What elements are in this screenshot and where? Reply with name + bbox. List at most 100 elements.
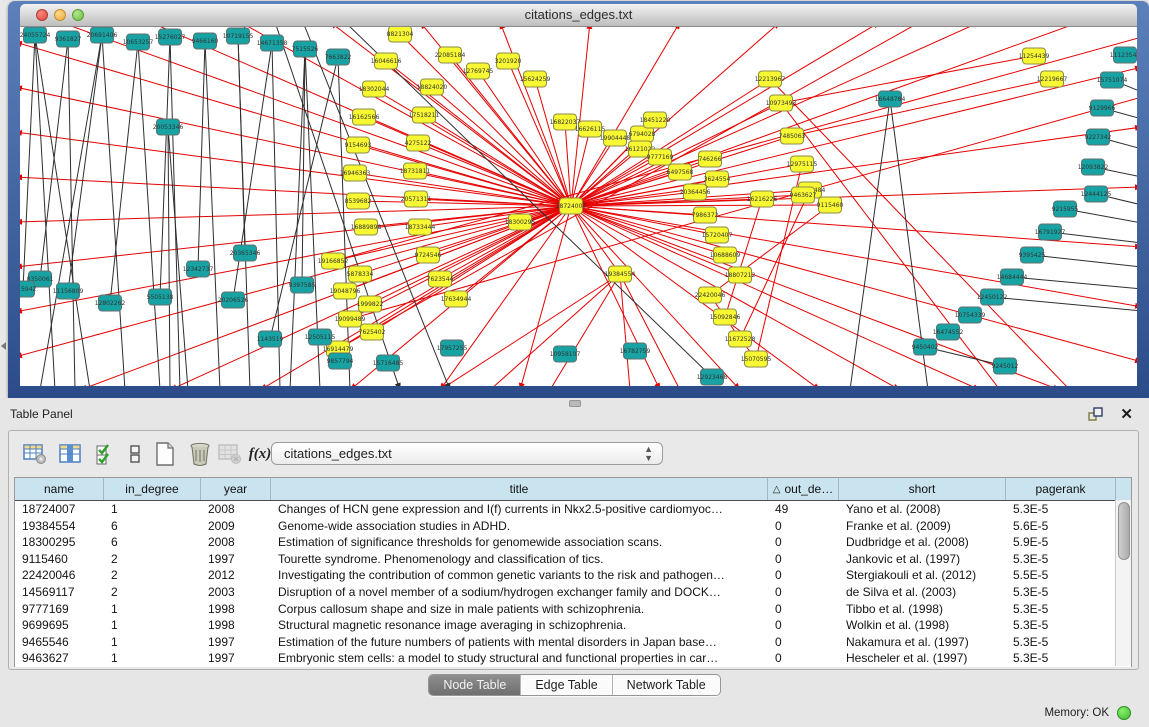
tab-network-table[interactable]: Network Table bbox=[613, 675, 720, 695]
graph-node[interactable]: 9450402 bbox=[912, 339, 939, 355]
graph-node[interactable]: 20571311 bbox=[401, 191, 432, 207]
column-header-in_degree[interactable]: in_degree bbox=[104, 478, 201, 500]
table-cell[interactable]: Embryonic stem cells: a model to study s… bbox=[271, 650, 768, 667]
table-cell[interactable]: 14569117 bbox=[15, 584, 104, 601]
table-cell[interactable]: Investigating the contribution of common… bbox=[271, 567, 768, 584]
table-cell[interactable]: 9465546 bbox=[15, 634, 104, 651]
graph-node[interactable]: 16216226 bbox=[747, 191, 778, 207]
table-cell[interactable]: 0 bbox=[768, 601, 839, 618]
table-cell[interactable]: Tibbo et al. (1998) bbox=[839, 601, 1006, 618]
table-row[interactable]: 946362711997Embryonic stem cells: a mode… bbox=[15, 650, 1131, 667]
graph-node[interactable]: 7515526 bbox=[292, 41, 319, 57]
table-cell[interactable]: 5.3E-5 bbox=[1006, 617, 1116, 634]
graph-node[interactable]: 18302044 bbox=[359, 81, 390, 97]
table-cell[interactable]: Changes of HCN gene expression and I(f) … bbox=[271, 501, 768, 518]
column-header-short[interactable]: short bbox=[839, 478, 1006, 500]
table-cell[interactable]: 1997 bbox=[201, 634, 271, 651]
table-row[interactable]: 969969511998Structural magnetic resonanc… bbox=[15, 617, 1131, 634]
scrollbar-thumb[interactable] bbox=[1118, 502, 1130, 560]
table-cell[interactable]: 1 bbox=[104, 634, 201, 651]
table-cell[interactable]: 0 bbox=[768, 518, 839, 535]
table-cell[interactable]: Tourette syndrome. Phenomenology and cla… bbox=[271, 551, 768, 568]
graph-node[interactable]: 8539682 bbox=[345, 193, 372, 209]
graph-node[interactable]: 17634944 bbox=[441, 291, 472, 307]
graph-node[interactable]: 10688609 bbox=[710, 247, 741, 263]
table-cell[interactable]: 2012 bbox=[201, 567, 271, 584]
graph-node[interactable]: 18824020 bbox=[417, 79, 448, 95]
graph-node[interactable]: 19166852 bbox=[318, 253, 349, 269]
graph-node[interactable]: 22420046 bbox=[695, 287, 726, 303]
graph-node[interactable]: 18451220 bbox=[640, 112, 671, 128]
graph-node[interactable]: 15720407 bbox=[702, 227, 733, 243]
table-row[interactable]: 1938455462009Genome-wide association stu… bbox=[15, 518, 1131, 535]
table-cell[interactable]: Stergiakouli et al. (2012) bbox=[839, 567, 1006, 584]
graph-node[interactable]: 12342737 bbox=[183, 261, 214, 277]
table-cell[interactable]: 18724007 bbox=[15, 501, 104, 518]
tab-edge-table[interactable]: Edge Table bbox=[521, 675, 612, 695]
function-builder-icon[interactable]: f(x) bbox=[246, 440, 274, 468]
graph-node[interactable]: 9215955 bbox=[1052, 201, 1079, 217]
graph-node[interactable]: 16889898 bbox=[351, 219, 382, 235]
table-cell[interactable]: Franke et al. (2009) bbox=[839, 518, 1006, 535]
graph-node[interactable]: 12923468 bbox=[697, 369, 728, 385]
graph-node[interactable]: 24055724 bbox=[20, 27, 50, 43]
table-cell[interactable]: 19384554 bbox=[15, 518, 104, 535]
graph-node[interactable]: 15276027 bbox=[155, 29, 186, 45]
column-header-title[interactable]: title bbox=[271, 478, 768, 500]
graph-node[interactable]: 11254439 bbox=[1019, 48, 1050, 64]
table-cell[interactable]: 1 bbox=[104, 650, 201, 667]
table-row[interactable]: 2242004622012Investigating the contribut… bbox=[15, 567, 1131, 584]
graph-node[interactable]: 17518211 bbox=[409, 107, 440, 123]
table-cell[interactable]: de Silva et al. (2003) bbox=[839, 584, 1006, 601]
table-cell[interactable]: Dudbridge et al. (2008) bbox=[839, 534, 1006, 551]
table-cell[interactable]: Estimation of significance thresholds fo… bbox=[271, 534, 768, 551]
graph-node[interactable]: 16162566 bbox=[349, 109, 380, 125]
table-cell[interactable]: 9463627 bbox=[15, 650, 104, 667]
graph-node[interactable]: 7625402 bbox=[359, 324, 386, 340]
table-cell[interactable]: Hescheler et al. (1997) bbox=[839, 650, 1006, 667]
table-cell[interactable]: 49 bbox=[768, 501, 839, 518]
graph-node[interactable]: 12505115 bbox=[305, 329, 336, 345]
network-graph[interactable]: 1872400718300295193845541682203716626115… bbox=[20, 27, 1137, 386]
table-cell[interactable]: 0 bbox=[768, 650, 839, 667]
graph-node[interactable]: 20206526 bbox=[218, 292, 249, 308]
graph-node[interactable]: 12444125 bbox=[1081, 186, 1112, 202]
graph-node[interactable]: 18807212 bbox=[725, 267, 756, 283]
select-rows-icon[interactable] bbox=[91, 440, 119, 468]
table-cell[interactable]: 5.5E-5 bbox=[1006, 567, 1116, 584]
graph-node[interactable]: 15716485 bbox=[373, 355, 404, 371]
graph-node[interactable]: 746266 bbox=[699, 151, 722, 167]
row-height-icon[interactable] bbox=[121, 440, 149, 468]
graph-node[interactable]: 9463627 bbox=[790, 187, 817, 203]
graph-node[interactable]: 11156809 bbox=[53, 283, 84, 299]
graph-node[interactable]: 9227342 bbox=[1085, 129, 1112, 145]
table-row[interactable]: 911546021997Tourette syndrome. Phenomeno… bbox=[15, 551, 1131, 568]
table-cell[interactable]: Nakamura et al. (1997) bbox=[839, 634, 1006, 651]
graph-node[interactable]: 16046616 bbox=[371, 53, 402, 69]
graph-node[interactable]: 12975115 bbox=[787, 156, 818, 172]
graph-node[interactable]: 7986372 bbox=[692, 207, 719, 223]
graph-node[interactable]: 9395425 bbox=[1019, 247, 1046, 263]
table-cell[interactable]: 5.3E-5 bbox=[1006, 501, 1116, 518]
graph-node[interactable]: 16474552 bbox=[933, 324, 964, 340]
table-cell[interactable]: 1 bbox=[104, 601, 201, 618]
graph-node[interactable]: 8821304 bbox=[387, 27, 414, 42]
table-cell[interactable]: 0 bbox=[768, 567, 839, 584]
graph-node[interactable]: 12450122 bbox=[977, 289, 1008, 305]
table-options-icon[interactable] bbox=[21, 440, 49, 468]
graph-node[interactable]: 3201920 bbox=[495, 53, 522, 69]
table-cell[interactable]: 0 bbox=[768, 634, 839, 651]
memory-ok-led-icon[interactable] bbox=[1117, 706, 1131, 720]
graph-node[interactable]: 7485063 bbox=[779, 128, 806, 144]
graph-node[interactable]: 20365346 bbox=[230, 245, 261, 261]
table-cell[interactable]: Yano et al. (2008) bbox=[839, 501, 1006, 518]
graph-node[interactable]: 15092846 bbox=[710, 309, 741, 325]
graph-node[interactable]: 20364456 bbox=[680, 184, 711, 200]
graph-node[interactable]: 15070595 bbox=[741, 351, 772, 367]
table-cell[interactable]: 2009 bbox=[201, 518, 271, 535]
table-cell[interactable]: Genome-wide association studies in ADHD. bbox=[271, 518, 768, 535]
table-cell[interactable]: 18300295 bbox=[15, 534, 104, 551]
column-header-name[interactable]: name bbox=[15, 478, 104, 500]
window-titlebar[interactable]: citations_edges.txt bbox=[20, 4, 1137, 27]
graph-node[interactable]: 18724007 bbox=[556, 198, 587, 214]
